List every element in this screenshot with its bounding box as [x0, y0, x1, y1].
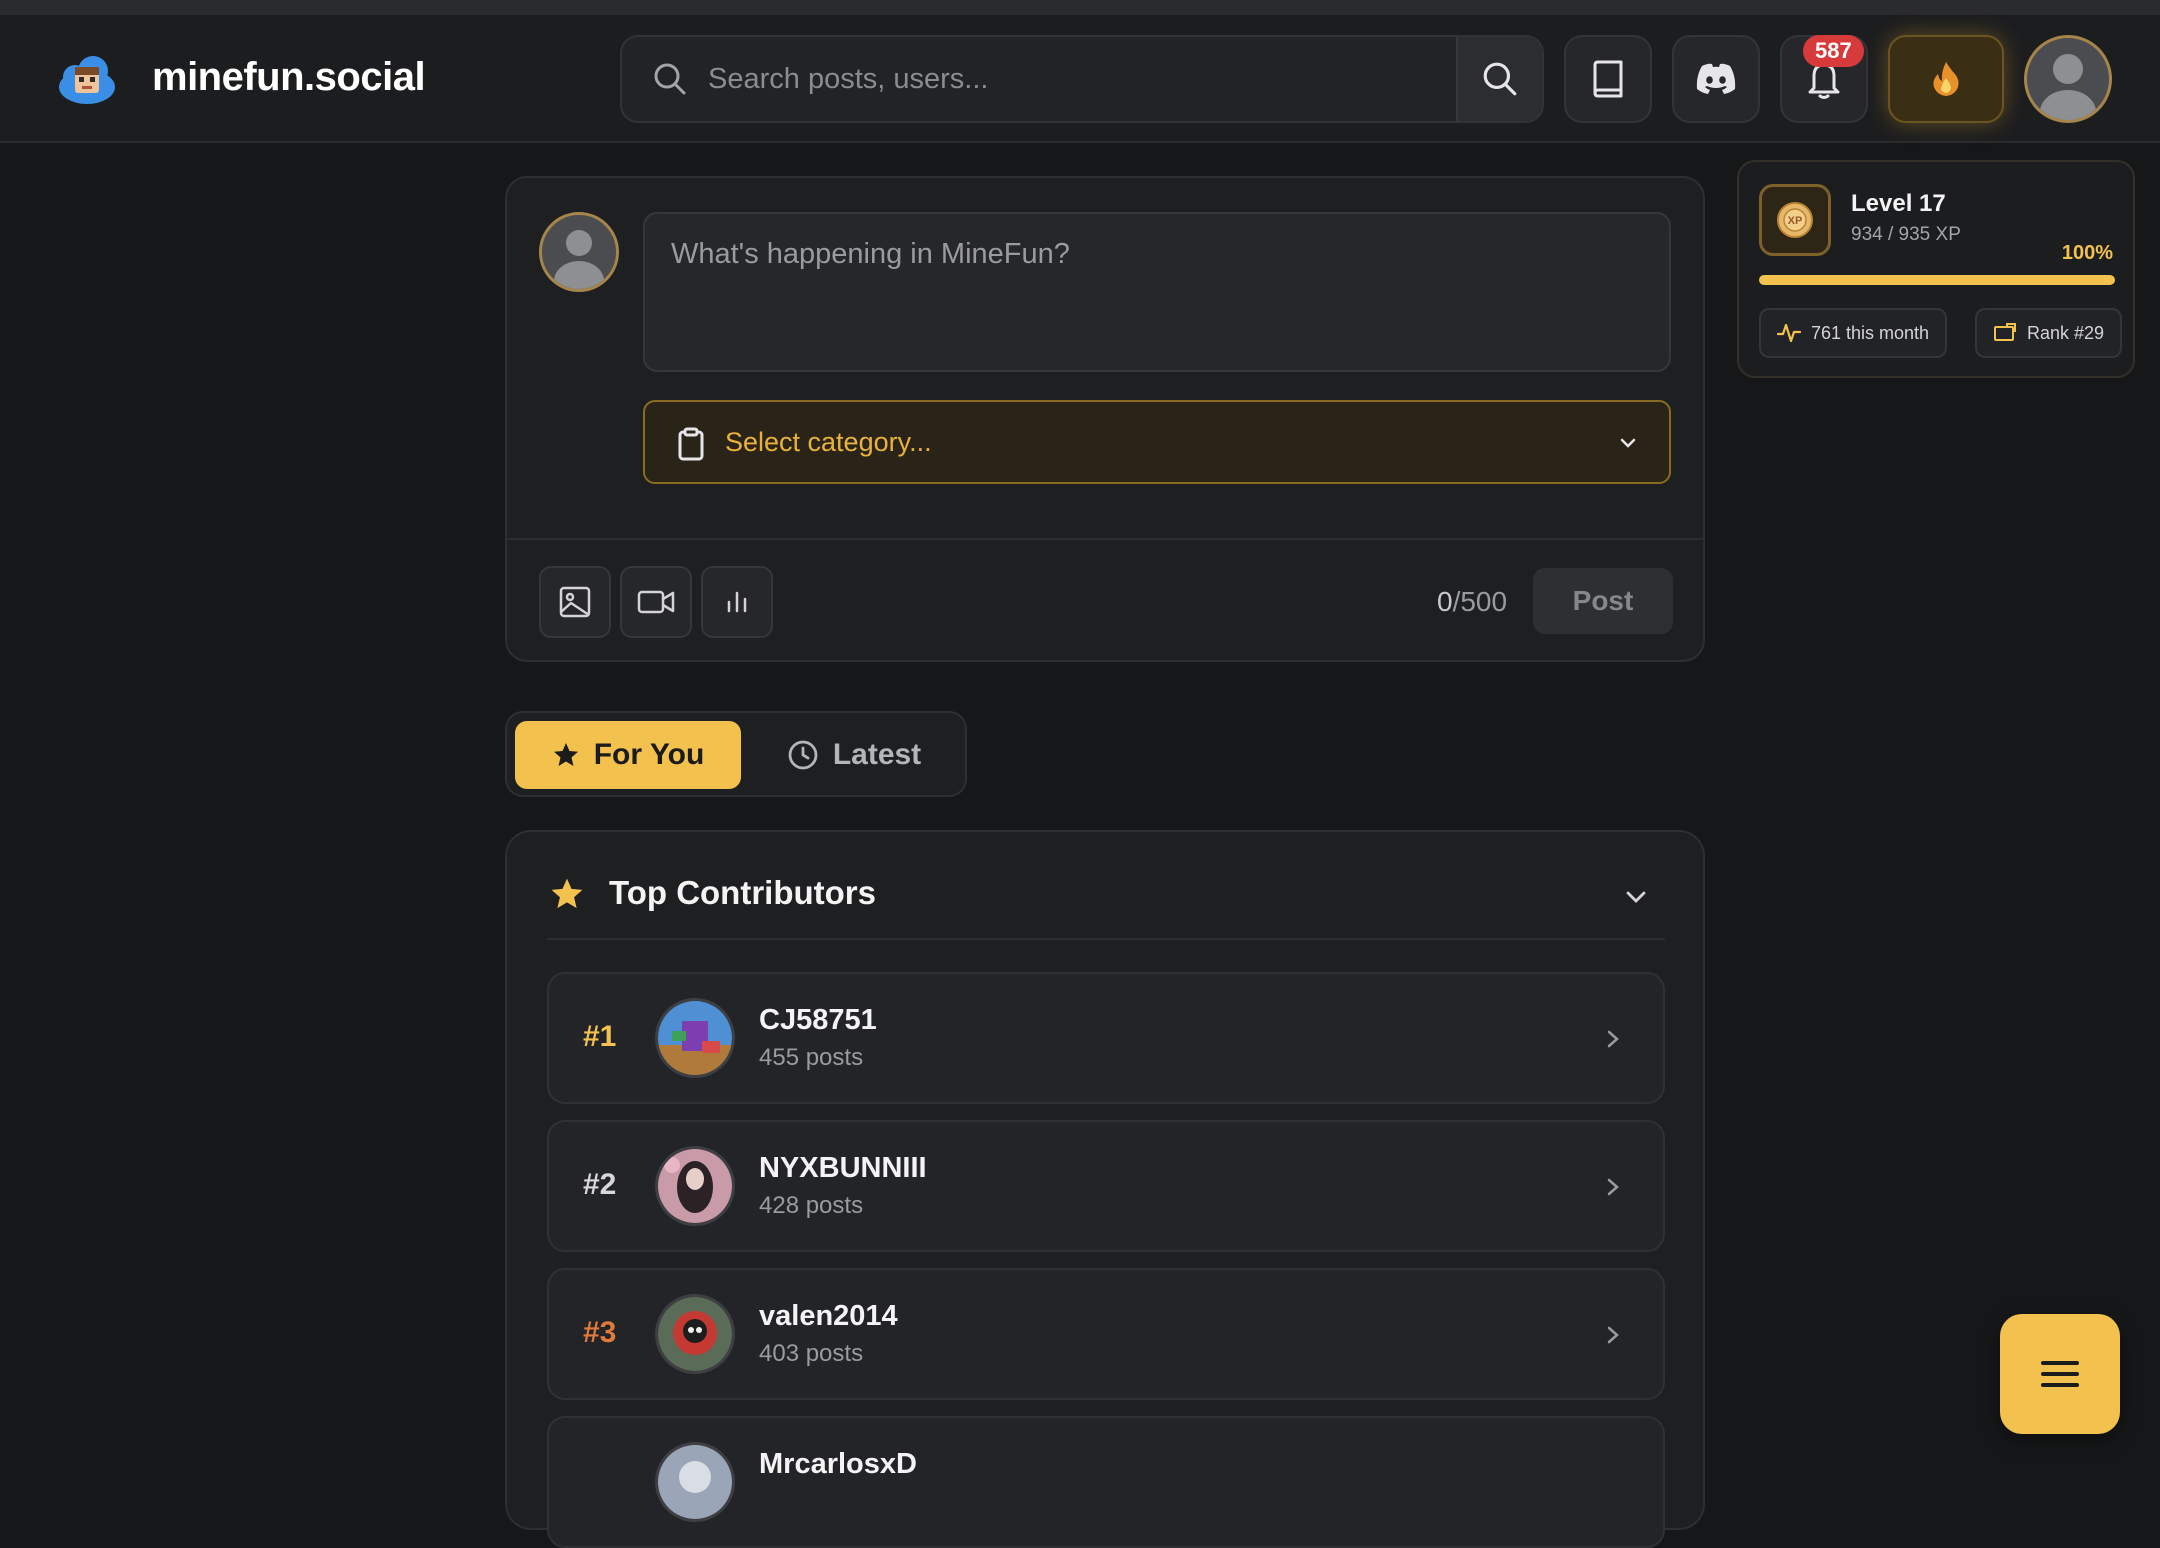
contributor-posts: 403 posts [759, 1340, 864, 1367]
brand-name[interactable]: minefun.social [152, 55, 426, 100]
search-icon [1483, 62, 1517, 96]
rank-chip: Rank #29 [1975, 308, 2123, 358]
post-button[interactable]: Post [1533, 568, 1673, 634]
avatar [539, 212, 619, 292]
xp-progress-bar [1759, 275, 2115, 285]
monthly-xp-chip: 761 this month [1759, 308, 1948, 358]
character-counter: 0/500 [1437, 586, 1507, 618]
contributor-row[interactable]: #3 valen2014 403 posts [547, 1268, 1665, 1400]
hamburger-icon [2041, 1361, 2079, 1387]
top-contributors-panel: Top Contributors #1 CJ58751 455 posts #2 [505, 830, 1705, 1548]
xp-percent: 100% [2061, 242, 2113, 264]
menu-button[interactable] [2000, 1314, 2120, 1434]
contributor-posts: 428 posts [759, 1192, 864, 1219]
tab-for-you[interactable]: For You [515, 721, 741, 789]
chevron-right-icon [1607, 1178, 1619, 1196]
contributor-rank: #1 [583, 1020, 617, 1053]
post-textarea[interactable] [643, 212, 1671, 372]
xp-coin-icon: XP [1759, 184, 1831, 256]
poll-icon [727, 591, 747, 613]
avatar[interactable] [2024, 35, 2112, 123]
panel-title: Top Contributors [609, 874, 876, 911]
add-poll-button[interactable] [701, 566, 773, 638]
xp-progress-fill [1759, 275, 2115, 285]
contributor-row[interactable]: MrcarlosxD [547, 1416, 1665, 1548]
book-icon [1593, 60, 1623, 98]
tab-latest[interactable]: Latest [751, 721, 957, 789]
rank-label: Rank #29 [2027, 322, 2105, 343]
feed-tabs: For You Latest [505, 711, 967, 797]
tab-label: For You [593, 738, 705, 771]
activity-icon [1777, 323, 1801, 343]
clipboard-icon [678, 427, 704, 461]
contributor-row[interactable]: #2 NYXBUNNIII 428 posts [547, 1120, 1665, 1252]
top-strip [0, 0, 2160, 15]
contributor-row[interactable]: #1 CJ58751 455 posts [547, 972, 1665, 1104]
search-button[interactable] [1456, 37, 1542, 121]
avatar [655, 1146, 735, 1226]
xp-progress-text: 934 / 935 XP [1851, 224, 1961, 245]
chevron-down-icon[interactable] [1623, 884, 1649, 910]
contributor-name: NYXBUNNIII [759, 1152, 927, 1184]
xp-card[interactable]: XP Level 17 934 / 935 XP 100% 761 this m… [1737, 160, 2135, 378]
char-max: /500 [1452, 586, 1508, 617]
rank-icon [1994, 323, 2016, 341]
contributor-name: MrcarlosxD [759, 1448, 917, 1480]
notification-count-badge: 587 [1803, 35, 1864, 67]
category-placeholder: Select category... [725, 427, 932, 457]
fire-icon [1933, 62, 1959, 96]
image-icon [559, 586, 591, 618]
chevron-right-icon [1607, 1326, 1619, 1344]
chevron-down-icon [1620, 438, 1636, 448]
add-video-button[interactable] [620, 566, 692, 638]
category-select[interactable]: Select category... [643, 400, 1671, 484]
contributor-rank: #3 [583, 1316, 617, 1349]
clock-icon [788, 740, 818, 770]
composer-divider [507, 538, 1703, 540]
star-icon [551, 878, 583, 909]
monthly-xp-label: 761 this month [1811, 322, 1930, 343]
avatar [655, 998, 735, 1078]
search-input[interactable] [708, 51, 1308, 107]
logo-icon[interactable] [55, 53, 119, 107]
contributor-name: CJ58751 [759, 1004, 877, 1036]
post-composer: Select category... 0/500 Post [505, 176, 1705, 662]
svg-text:XP: XP [1788, 215, 1803, 227]
xp-level: Level 17 [1851, 190, 1946, 217]
streak-button[interactable] [1888, 35, 2004, 123]
search-bar [620, 35, 1544, 123]
chevron-right-icon [1607, 1030, 1619, 1048]
contributor-name: valen2014 [759, 1300, 898, 1332]
avatar [655, 1442, 735, 1522]
panel-divider [547, 938, 1665, 940]
discord-button[interactable] [1672, 35, 1760, 123]
guide-button[interactable] [1564, 35, 1652, 123]
app-header: minefun.social 587 [0, 15, 2160, 143]
add-image-button[interactable] [539, 566, 611, 638]
discord-icon [1696, 63, 1736, 94]
video-icon [637, 590, 675, 614]
star-icon [553, 743, 578, 766]
char-count: 0 [1437, 586, 1453, 617]
avatar [655, 1294, 735, 1374]
tab-label: Latest [832, 738, 922, 771]
contributor-posts: 455 posts [759, 1044, 864, 1071]
search-icon [654, 63, 686, 95]
contributor-rank: #2 [583, 1168, 617, 1201]
